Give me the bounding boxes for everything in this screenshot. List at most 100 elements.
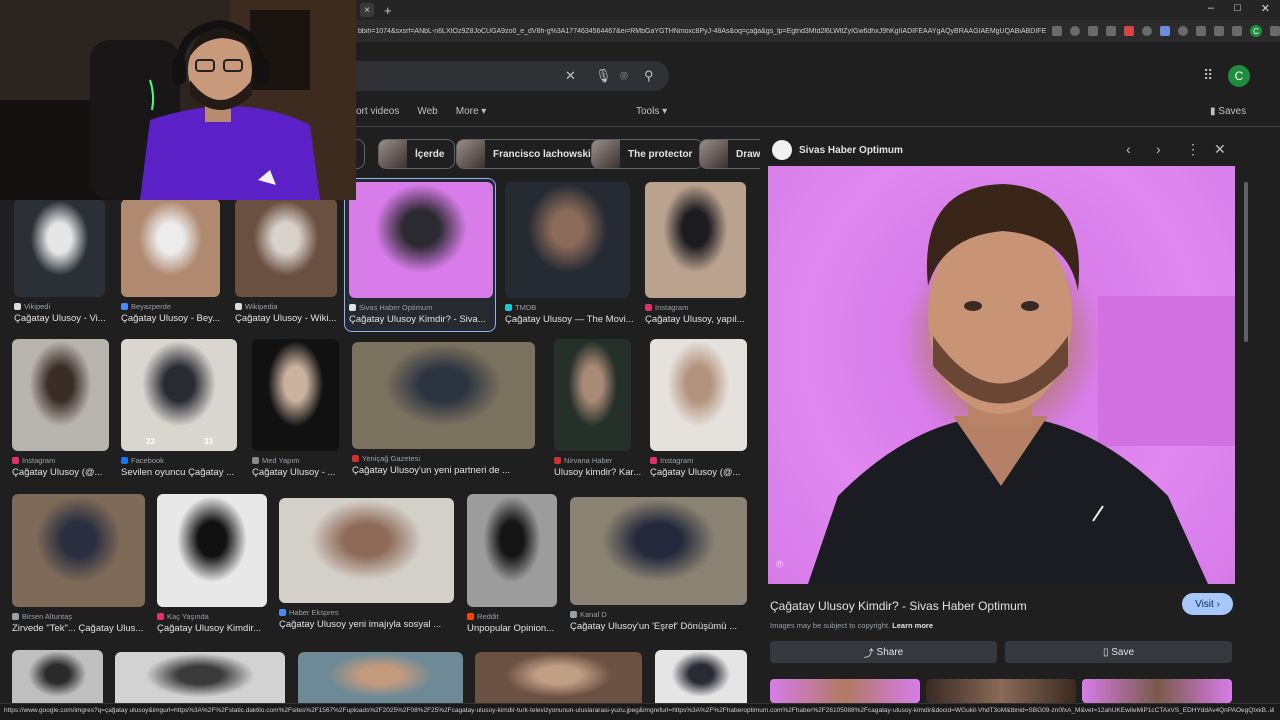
sidebar-icon[interactable] xyxy=(1214,26,1224,36)
result-caption[interactable]: Çağatay Ulusoy — The Movi... xyxy=(505,314,640,325)
tab-more[interactable]: More ▾ xyxy=(456,106,487,117)
result-caption[interactable]: Çağatay Ulusoy - ... xyxy=(252,467,349,478)
chevron-right-icon[interactable]: › xyxy=(1156,141,1161,157)
result-image[interactable] xyxy=(121,199,220,297)
result-source[interactable]: Instagram xyxy=(12,456,117,465)
result-caption[interactable]: Unpopular Opinion... xyxy=(467,623,567,634)
zoom-icon[interactable] xyxy=(1070,26,1080,36)
lens-icon[interactable]: ⌾ xyxy=(776,557,783,572)
microphone-icon[interactable]: 🎙 xyxy=(595,68,612,84)
saves-button[interactable]: ▮ Saves xyxy=(1210,106,1246,117)
extensions-puzzle-icon[interactable] xyxy=(1196,26,1206,36)
visit-button[interactable]: Visit › xyxy=(1182,593,1233,615)
tab-close-button[interactable]: × xyxy=(360,3,374,17)
learn-more-link[interactable]: Learn more xyxy=(892,621,933,630)
extension-icon[interactable] xyxy=(1142,26,1152,36)
minimize-button[interactable]: – xyxy=(1208,2,1214,15)
panel-site-name[interactable]: Sivas Haber Optimum xyxy=(799,145,903,156)
result-caption[interactable]: Çağatay Ulusoy - Bey... xyxy=(121,313,230,324)
result-source[interactable]: Facebook xyxy=(121,456,245,465)
result-source[interactable]: Nirvana Haber xyxy=(554,456,639,465)
result-image[interactable] xyxy=(12,494,145,607)
maximize-button[interactable]: □ xyxy=(1234,2,1241,15)
result-image[interactable] xyxy=(12,339,109,451)
result-caption[interactable]: Çağatay Ulusoy (@... xyxy=(650,467,757,478)
result-source[interactable]: Yeniçağ Gazetesi xyxy=(352,454,543,463)
more-vert-icon[interactable]: ⋮ xyxy=(1186,141,1200,158)
account-avatar[interactable]: C xyxy=(1228,65,1250,87)
result-caption[interactable]: Çağatay Ulusoy Kimdir... xyxy=(157,623,277,634)
result-caption[interactable]: Çağatay Ulusoy'un yeni partneri de ... xyxy=(352,465,545,476)
result-source[interactable]: Instagram xyxy=(650,456,755,465)
panel-scrollbar[interactable] xyxy=(1244,182,1248,342)
clear-icon[interactable]: ✕ xyxy=(565,68,576,84)
chip[interactable]: Drawi xyxy=(699,139,760,169)
menu-dots-icon[interactable] xyxy=(1270,26,1280,36)
extension-icon[interactable] xyxy=(1178,26,1188,36)
result-source[interactable]: Kaç Yaşında xyxy=(157,612,275,621)
result-image[interactable] xyxy=(12,650,103,710)
result-caption[interactable]: Çağatay Ulusoy - Wiki... xyxy=(235,313,347,324)
download-icon[interactable] xyxy=(1232,26,1242,36)
result-caption[interactable]: Çağatay Ulusoy (@... xyxy=(12,467,119,478)
result-image[interactable] xyxy=(115,652,285,710)
address-bar[interactable]: bbih=1074&sxsrf=ANbL-n6LXtOz9Z8JoCUGA9zo… xyxy=(356,20,1280,42)
result-image[interactable] xyxy=(298,652,463,710)
result-source[interactable]: Kanal D xyxy=(570,610,755,619)
result-source[interactable]: TMDB xyxy=(505,303,638,312)
result-image[interactable] xyxy=(554,339,631,451)
tools-button[interactable]: Tools ▾ xyxy=(636,106,667,117)
result-caption[interactable]: Çağatay Ulusoy Kimdir? - Siva... xyxy=(349,314,503,325)
url-text[interactable]: bbih=1074&sxsrf=ANbL-n6LXtOz9Z8JoCUGA9zo… xyxy=(356,28,1046,35)
lens-icon[interactable]: ⌾ xyxy=(620,68,628,84)
result-caption[interactable]: Sevilen oyuncu Çağatay ... xyxy=(121,467,247,478)
result-image[interactable] xyxy=(121,339,237,451)
result-source[interactable]: Vikipedi xyxy=(14,302,113,311)
related-thumbnail[interactable] xyxy=(1082,679,1232,703)
result-source[interactable]: Sivas Haber Optimum xyxy=(349,303,501,312)
share-button[interactable]: ⤴ Share xyxy=(770,641,997,663)
share-page-icon[interactable] xyxy=(1088,26,1098,36)
result-caption[interactable]: Çağatay Ulusoy yeni imajıyla sosyal ... xyxy=(279,619,464,630)
result-caption[interactable]: Çağatay Ulusoy, yapıl... xyxy=(645,314,756,325)
result-source[interactable]: Wikipedia xyxy=(235,302,345,311)
result-source[interactable]: Reddit xyxy=(467,612,565,621)
result-image[interactable] xyxy=(235,199,337,297)
profile-avatar[interactable]: C xyxy=(1250,25,1262,37)
chevron-left-icon[interactable]: ‹ xyxy=(1126,141,1131,157)
preview-image[interactable] xyxy=(768,166,1235,584)
result-image[interactable] xyxy=(352,342,535,449)
result-image[interactable] xyxy=(157,494,267,607)
result-image[interactable] xyxy=(279,498,454,603)
result-source[interactable]: Med Yapım xyxy=(252,456,347,465)
result-caption[interactable]: Ulusoy kimdir? Kar... xyxy=(554,467,641,478)
chip[interactable]: The protector xyxy=(591,139,704,169)
tab-web[interactable]: Web xyxy=(417,106,437,117)
result-image[interactable] xyxy=(570,497,747,605)
result-image[interactable] xyxy=(467,494,557,607)
result-source[interactable]: Birsen Altuntaş xyxy=(12,612,153,621)
extension-shield-icon[interactable] xyxy=(1124,26,1134,36)
result-image[interactable] xyxy=(505,182,630,298)
bookmark-star-icon[interactable] xyxy=(1106,26,1116,36)
result-image[interactable] xyxy=(349,182,493,298)
result-image[interactable] xyxy=(645,182,746,298)
result-image[interactable] xyxy=(252,339,339,451)
result-image[interactable] xyxy=(650,339,747,451)
extension-icon[interactable] xyxy=(1160,26,1170,36)
search-icon[interactable]: ⚲ xyxy=(644,68,654,84)
result-image[interactable] xyxy=(14,199,105,297)
chip[interactable]: Francisco lachowski xyxy=(456,139,602,169)
result-source[interactable]: Haber Ekspres xyxy=(279,608,462,617)
related-thumbnail[interactable] xyxy=(926,679,1076,703)
result-source[interactable]: Instagram xyxy=(645,303,754,312)
search-input[interactable]: ✕ 🎙 ⌾ ⚲ xyxy=(356,61,669,91)
result-caption[interactable]: Zirvede "Tek"... Çağatay Ulus... xyxy=(12,623,155,634)
close-icon[interactable]: ✕ xyxy=(1214,141,1226,158)
translate-icon[interactable] xyxy=(1052,26,1062,36)
result-source[interactable]: Beyazperde xyxy=(121,302,228,311)
result-caption[interactable]: Çağatay Ulusoy'un 'Eşref' Dönüşümü ... xyxy=(570,621,757,632)
new-tab-button[interactable]: + xyxy=(384,3,392,18)
result-image[interactable] xyxy=(475,652,642,710)
save-button[interactable]: ▯ Save xyxy=(1005,641,1232,663)
